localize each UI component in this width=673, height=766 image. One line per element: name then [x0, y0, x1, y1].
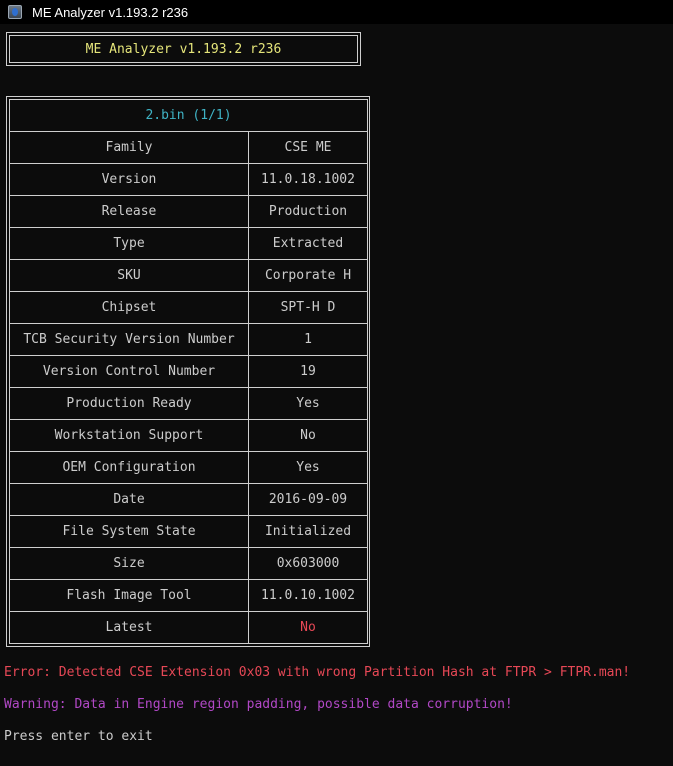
row-label-file-system-state: File System State — [9, 515, 249, 548]
table-row: OEM Configuration Yes — [9, 451, 368, 484]
table-row: Flash Image Tool 11.0.10.1002 — [9, 579, 368, 612]
row-label-chipset: Chipset — [9, 291, 249, 324]
table-row: Latest No — [9, 611, 368, 644]
window-title: ME Analyzer v1.193.2 r236 — [32, 4, 189, 20]
row-value-date: 2016-09-09 — [248, 483, 368, 516]
row-label-latest: Latest — [9, 611, 249, 644]
row-label-family: Family — [9, 131, 249, 164]
table-row: Size 0x603000 — [9, 547, 368, 580]
app-icon[interactable] — [8, 5, 22, 19]
row-label-release: Release — [9, 195, 249, 228]
table-row: Version Control Number 19 — [9, 355, 368, 388]
row-value-vcn: 19 — [248, 355, 368, 388]
row-value-type: Extracted — [248, 227, 368, 260]
banner-inner: ME Analyzer v1.193.2 r236 — [9, 35, 358, 63]
exit-prompt: Press enter to exit — [4, 729, 153, 744]
row-value-oem-configuration: Yes — [248, 451, 368, 484]
error-message: Error: Detected CSE Extension 0x03 with … — [4, 665, 631, 680]
firmware-info-table: 2.bin (1/1) Family CSE ME Version 11.0.1… — [6, 96, 370, 647]
row-value-flash-image-tool: 11.0.10.1002 — [248, 579, 368, 612]
row-label-date: Date — [9, 483, 249, 516]
row-value-tcb-svn: 1 — [248, 323, 368, 356]
row-label-vcn: Version Control Number — [9, 355, 249, 388]
row-label-version: Version — [9, 163, 249, 196]
table-row: Chipset SPT-H D — [9, 291, 368, 324]
row-value-version: 11.0.18.1002 — [248, 163, 368, 196]
banner-box: ME Analyzer v1.193.2 r236 — [6, 32, 361, 66]
row-label-tcb-svn: TCB Security Version Number — [9, 323, 249, 356]
row-value-workstation-support: No — [248, 419, 368, 452]
table-caption-row: 2.bin (1/1) — [9, 99, 368, 132]
table-row: Workstation Support No — [9, 419, 368, 452]
table-row: TCB Security Version Number 1 — [9, 323, 368, 356]
table-row: Production Ready Yes — [9, 387, 368, 420]
table-row: File System State Initialized — [9, 515, 368, 548]
row-value-size: 0x603000 — [248, 547, 368, 580]
table-row: Type Extracted — [9, 227, 368, 260]
table-row: SKU Corporate H — [9, 259, 368, 292]
table-row: Version 11.0.18.1002 — [9, 163, 368, 196]
row-value-latest: No — [248, 611, 368, 644]
row-label-production-ready: Production Ready — [9, 387, 249, 420]
row-label-sku: SKU — [9, 259, 249, 292]
info-table-grid: 2.bin (1/1) Family CSE ME Version 11.0.1… — [9, 99, 368, 644]
table-row: Date 2016-09-09 — [9, 483, 368, 516]
row-label-workstation-support: Workstation Support — [9, 419, 249, 452]
row-label-flash-image-tool: Flash Image Tool — [9, 579, 249, 612]
row-value-production-ready: Yes — [248, 387, 368, 420]
table-caption: 2.bin (1/1) — [9, 99, 368, 132]
row-value-file-system-state: Initialized — [248, 515, 368, 548]
window-titlebar[interactable]: ME Analyzer v1.193.2 r236 — [0, 0, 673, 24]
warning-message: Warning: Data in Engine region padding, … — [4, 697, 513, 712]
table-row: Release Production — [9, 195, 368, 228]
row-value-chipset: SPT-H D — [248, 291, 368, 324]
row-value-release: Production — [248, 195, 368, 228]
banner-text: ME Analyzer v1.193.2 r236 — [85, 41, 282, 57]
table-row: Family CSE ME — [9, 131, 368, 164]
row-label-size: Size — [9, 547, 249, 580]
row-label-oem-configuration: OEM Configuration — [9, 451, 249, 484]
row-value-sku: Corporate H — [248, 259, 368, 292]
row-label-type: Type — [9, 227, 249, 260]
row-value-family: CSE ME — [248, 131, 368, 164]
